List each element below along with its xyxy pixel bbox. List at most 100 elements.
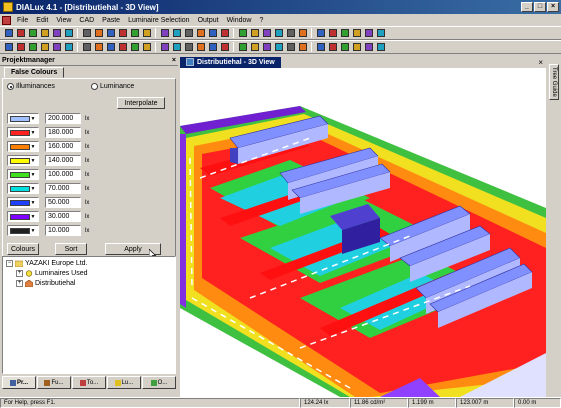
export-button[interactable]: [297, 42, 308, 53]
orbit-button[interactable]: [39, 42, 50, 53]
line-button[interactable]: [207, 28, 218, 39]
select-button[interactable]: [249, 28, 260, 39]
colour-picker[interactable]: ▼: [7, 197, 39, 208]
chevron-down-icon[interactable]: ▼: [30, 170, 36, 179]
chevron-down-icon[interactable]: ▼: [30, 128, 36, 137]
room-button[interactable]: [129, 28, 140, 39]
field-button[interactable]: [195, 28, 206, 39]
close-window-button[interactable]: ×: [547, 2, 559, 12]
pdf-button[interactable]: [51, 28, 62, 39]
colour-picker[interactable]: ▼: [7, 211, 39, 222]
walk-button[interactable]: [51, 42, 62, 53]
threshold-input[interactable]: 160.000: [45, 141, 81, 152]
mesh-button[interactable]: [327, 42, 338, 53]
zoom-button[interactable]: [27, 42, 38, 53]
threshold-input[interactable]: 180.000: [45, 127, 81, 138]
arrange-button[interactable]: [183, 28, 194, 39]
circle-button[interactable]: [219, 28, 230, 39]
rotate-right-button[interactable]: [219, 42, 230, 53]
tree-distributiehal[interactable]: + Distributiehal: [16, 280, 75, 287]
menu-window[interactable]: Window: [223, 17, 256, 24]
maximize-button[interactable]: □: [534, 2, 546, 12]
colour-button[interactable]: [315, 28, 326, 39]
help-button[interactable]: [339, 28, 350, 39]
measure-button[interactable]: [285, 42, 296, 53]
tab-furniture[interactable]: Fu...: [37, 376, 71, 389]
colour-picker[interactable]: ▼: [7, 155, 39, 166]
luminaire-button[interactable]: [171, 28, 182, 39]
chevron-down-icon[interactable]: ▼: [30, 198, 36, 207]
menu-file[interactable]: File: [13, 17, 32, 24]
chevron-down-icon[interactable]: ▼: [30, 226, 36, 235]
radio-luminance[interactable]: Luminance: [91, 83, 134, 90]
menu-help[interactable]: ?: [255, 17, 267, 24]
chevron-down-icon[interactable]: ▼: [30, 156, 36, 165]
dim-button[interactable]: [273, 42, 284, 53]
radio-illuminances[interactable]: Illuminances: [7, 83, 55, 90]
snap-button[interactable]: [261, 42, 272, 53]
menu-cad[interactable]: CAD: [75, 17, 98, 24]
minimize-button[interactable]: _: [521, 2, 533, 12]
chevron-down-icon[interactable]: ▼: [30, 114, 36, 123]
colour-picker[interactable]: ▼: [7, 127, 39, 138]
pointer-button[interactable]: [351, 28, 362, 39]
info-button[interactable]: [363, 42, 374, 53]
expand-distributiehal-icon[interactable]: +: [16, 280, 23, 287]
end-button[interactable]: [375, 42, 386, 53]
tab-textures[interactable]: To...: [72, 376, 106, 389]
rect-button[interactable]: [237, 28, 248, 39]
top-button[interactable]: [93, 42, 104, 53]
radio-illuminances-dot[interactable]: [7, 83, 14, 90]
threshold-input[interactable]: 140.000: [45, 155, 81, 166]
threshold-input[interactable]: 70.000: [45, 183, 81, 194]
tab-false-colours[interactable]: False Colours: [4, 67, 65, 78]
paste-button[interactable]: [117, 28, 128, 39]
fill-button[interactable]: [129, 42, 140, 53]
copy-button[interactable]: [105, 28, 116, 39]
open-button[interactable]: [15, 28, 26, 39]
threshold-input[interactable]: 200.000: [45, 113, 81, 124]
threshold-input[interactable]: 50.000: [45, 197, 81, 208]
chevron-down-icon[interactable]: ▼: [30, 212, 36, 221]
interpolate-button[interactable]: Interpolate: [117, 97, 165, 109]
radio-luminance-dot[interactable]: [91, 83, 98, 90]
threshold-input[interactable]: 10.000: [45, 225, 81, 236]
menu-edit[interactable]: Edit: [32, 17, 52, 24]
axis-button[interactable]: [351, 42, 362, 53]
light-off-button[interactable]: [249, 42, 260, 53]
camera-button[interactable]: [315, 42, 326, 53]
colours-button[interactable]: Colours: [7, 243, 39, 255]
tree-root[interactable]: − YAZAKI Europe Ltd.: [6, 260, 88, 267]
perspective-button[interactable]: [105, 42, 116, 53]
stop-button[interactable]: [285, 28, 296, 39]
tab-project[interactable]: Pr...: [2, 376, 36, 389]
close-view-icon[interactable]: ×: [538, 58, 546, 67]
close-panel-icon[interactable]: ×: [172, 57, 176, 64]
light-on-button[interactable]: [237, 42, 248, 53]
light-button[interactable]: [297, 28, 308, 39]
redo-button[interactable]: [81, 28, 92, 39]
exterior-button[interactable]: [141, 28, 152, 39]
chevron-down-icon[interactable]: ▼: [30, 142, 36, 151]
wire-button[interactable]: [117, 42, 128, 53]
pan-button[interactable]: [15, 42, 26, 53]
more-button[interactable]: [375, 28, 386, 39]
threshold-input[interactable]: 30.000: [45, 211, 81, 222]
street-button[interactable]: [159, 28, 170, 39]
zoom-out-button[interactable]: [183, 42, 194, 53]
select-mode-button[interactable]: [3, 42, 14, 53]
colour-picker[interactable]: ▼: [7, 169, 39, 180]
rotate-left-button[interactable]: [207, 42, 218, 53]
colour-picker[interactable]: ▼: [7, 183, 39, 194]
zoom-all-button[interactable]: [195, 42, 206, 53]
tab-3d-view[interactable]: Distributiehal - 3D View: [180, 56, 281, 68]
zoom-in-button[interactable]: [171, 42, 182, 53]
tree-luminaires-used[interactable]: + Luminaires Used: [16, 270, 88, 277]
collapse-root-icon[interactable]: −: [6, 260, 13, 267]
menu-view[interactable]: View: [52, 17, 75, 24]
front-button[interactable]: [63, 42, 74, 53]
document-menu-icon[interactable]: [2, 15, 11, 25]
tab-output[interactable]: O...: [142, 376, 176, 389]
save-button[interactable]: [27, 28, 38, 39]
menu-output[interactable]: Output: [194, 17, 223, 24]
